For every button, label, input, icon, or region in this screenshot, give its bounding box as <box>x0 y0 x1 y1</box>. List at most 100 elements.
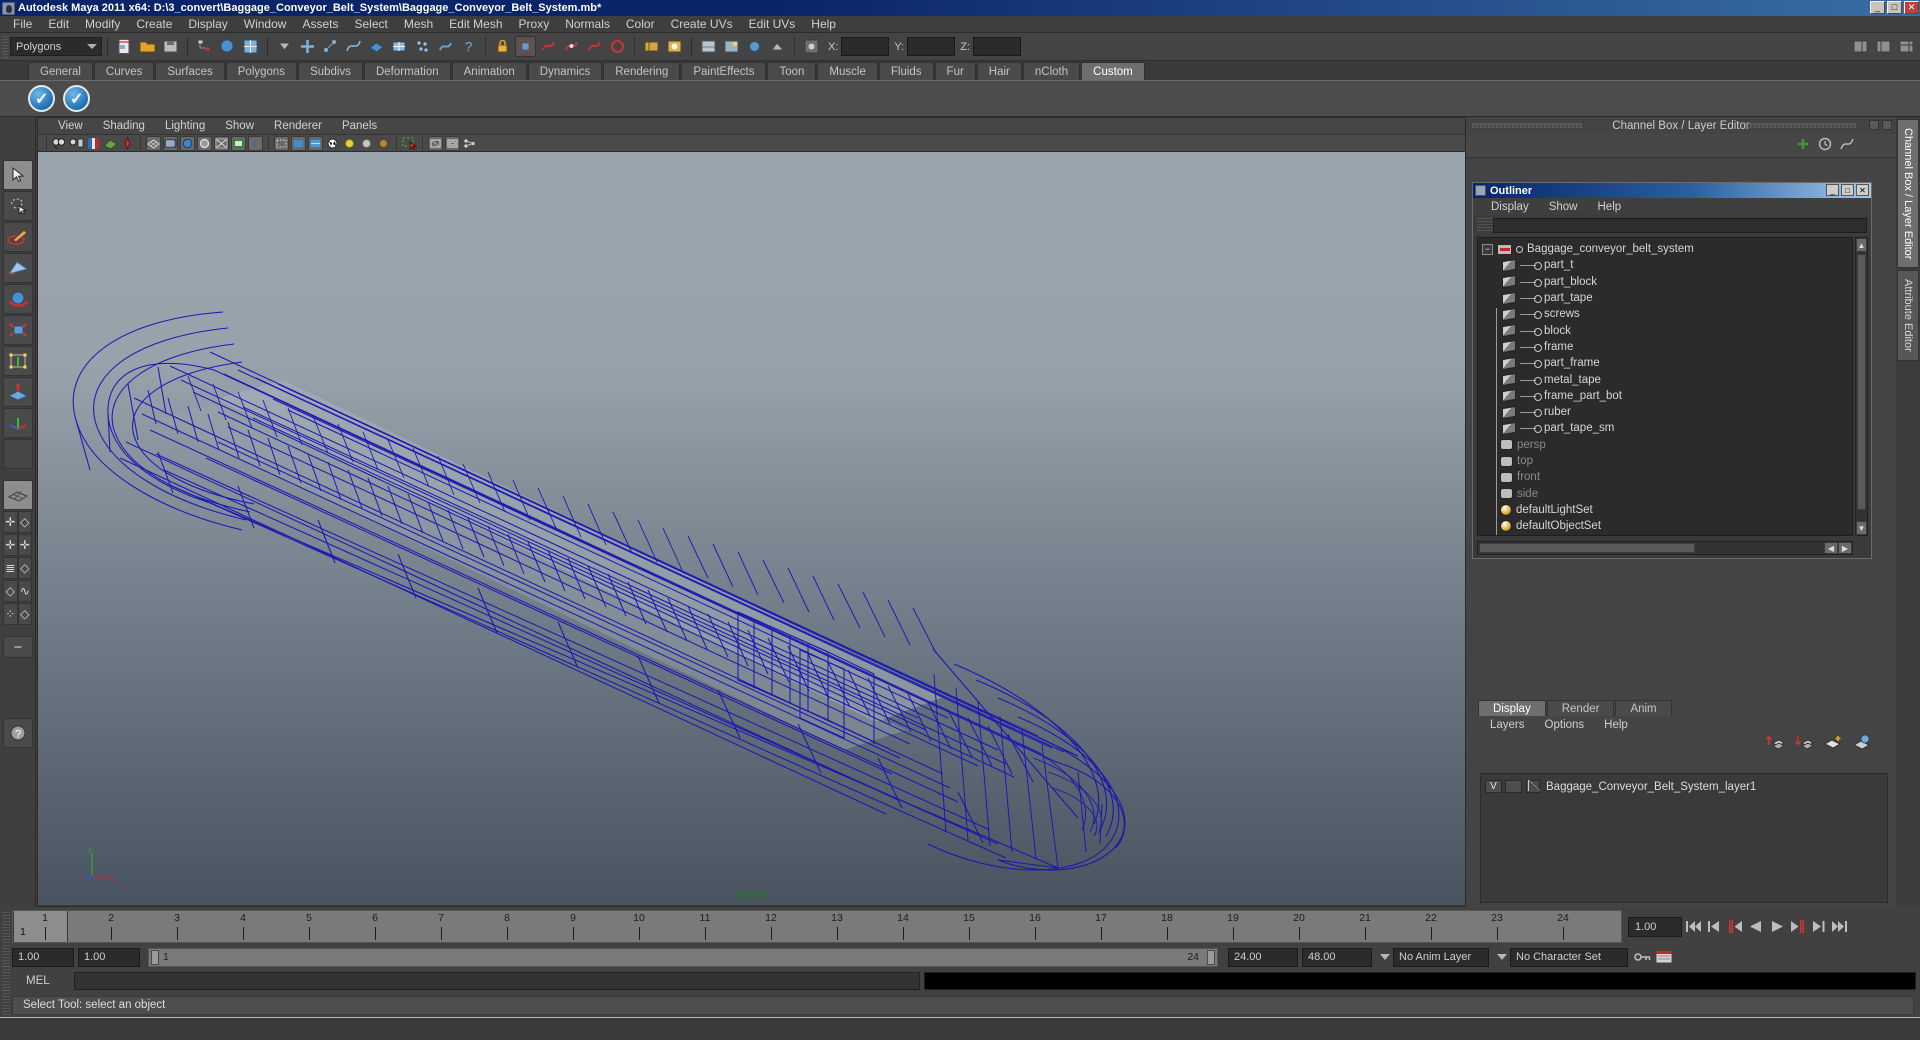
shelf-tab-fluids[interactable]: Fluids <box>878 62 934 80</box>
move-layer-up-icon[interactable] <box>1765 734 1786 753</box>
lock-icon[interactable] <box>492 36 513 57</box>
textured-icon[interactable] <box>180 135 195 151</box>
outliner-title-bar[interactable]: Outliner _ □ ✕ <box>1473 183 1871 198</box>
outliner-row-screws[interactable]: screws <box>1478 306 1852 322</box>
viewport-menu-renderer[interactable]: Renderer <box>264 120 332 132</box>
shadows-icon[interactable] <box>231 135 246 151</box>
animation-start-time-field[interactable]: 1.00 <box>12 947 74 967</box>
menu-help[interactable]: Help <box>803 16 844 32</box>
help-tool-button[interactable]: ? <box>3 718 33 748</box>
layer-menu-options[interactable]: Options <box>1535 719 1595 731</box>
outliner-persp-layout-button[interactable]: ◇ <box>17 557 32 579</box>
menu-modify[interactable]: Modify <box>77 16 128 32</box>
collapse-toolbox-button[interactable]: − <box>3 636 33 658</box>
use-all-lights-icon[interactable] <box>359 136 374 151</box>
tab-render[interactable]: Render <box>1546 700 1615 716</box>
menu-edit-mesh[interactable]: Edit Mesh <box>441 16 510 32</box>
shelf-tab-muscle[interactable]: Muscle <box>817 62 878 80</box>
persp-outliner-layout-button[interactable]: ≣ <box>3 557 18 579</box>
gamma-icon[interactable] <box>462 136 477 151</box>
move-layer-down-icon[interactable] <box>1794 734 1815 753</box>
select-by-component-type-icon[interactable] <box>240 36 261 57</box>
smooth-shade-icon[interactable] <box>163 135 178 151</box>
select-by-object-type-icon[interactable] <box>217 36 238 57</box>
select-rendering-icon[interactable] <box>435 36 456 57</box>
menu-normals[interactable]: Normals <box>557 16 618 32</box>
exposure-icon[interactable] <box>445 135 460 151</box>
outliner-row-part-t[interactable]: part_t <box>1478 257 1852 273</box>
playback-start-time-field[interactable]: 1.00 <box>78 947 140 967</box>
image-plane-icon[interactable] <box>103 136 118 151</box>
maximize-button[interactable]: □ <box>1887 1 1902 14</box>
new-layer-icon[interactable] <box>1823 734 1843 753</box>
dock-grip-left[interactable] <box>1472 123 1582 128</box>
statusline-grip[interactable] <box>2 35 8 58</box>
select-curves-icon[interactable] <box>343 36 364 57</box>
command-language-label[interactable]: MEL <box>12 975 74 987</box>
four-view-layout-button[interactable]: ✛ <box>3 511 18 533</box>
scroll-right-icon[interactable]: ▶ <box>1838 542 1852 554</box>
outliner-maximize-button[interactable]: □ <box>1841 184 1854 196</box>
collapse-icon[interactable]: − <box>1482 243 1493 255</box>
two-pane-layout-button[interactable]: ✛ <box>3 534 18 556</box>
text-icon[interactable]: T <box>248 135 263 151</box>
select-deformations-icon[interactable] <box>389 36 410 57</box>
shelf-tab-rendering[interactable]: Rendering <box>603 62 681 80</box>
viewport-menu-view[interactable]: View <box>48 120 93 132</box>
menu-window[interactable]: Window <box>236 16 295 32</box>
z-field[interactable] <box>972 37 1021 56</box>
minimize-button[interactable]: _ <box>1870 1 1885 14</box>
dock-close-icon[interactable] <box>1882 120 1892 130</box>
select-by-hierarchy-icon[interactable] <box>194 36 215 57</box>
select-dynamics-icon[interactable] <box>412 36 433 57</box>
shadow-light-icon[interactable] <box>376 136 391 151</box>
layer-visibility-toggle[interactable]: V <box>1485 780 1502 793</box>
persp-graph-editor-layout-button[interactable]: ◇ <box>3 580 18 602</box>
vtab-channel-box-layer-editor[interactable]: Channel Box / Layer Editor <box>1897 119 1919 269</box>
go-to-end-icon[interactable] <box>1829 916 1850 938</box>
snap-to-projected-center-icon[interactable] <box>607 36 628 57</box>
last-tool-used[interactable] <box>3 408 33 438</box>
menu-create[interactable]: Create <box>128 16 180 32</box>
step-back-frame-icon[interactable] <box>1724 916 1745 938</box>
animation-preferences-icon[interactable] <box>1653 946 1674 968</box>
menu-file[interactable]: File <box>5 16 40 32</box>
outliner-row-block[interactable]: block <box>1478 322 1852 338</box>
menu-edit[interactable]: Edit <box>40 16 77 32</box>
shelf-tab-ncloth[interactable]: nCloth <box>1022 62 1081 80</box>
layer-playback-toggle[interactable] <box>1505 780 1522 793</box>
y-field[interactable] <box>907 37 956 56</box>
persp-four-layout-button[interactable]: ◇ <box>17 511 32 533</box>
outliner-row-part-tape-sm[interactable]: part_tape_sm <box>1478 420 1852 436</box>
scroll-down-icon[interactable]: ▼ <box>1856 521 1867 535</box>
menu-select[interactable]: Select <box>346 16 395 32</box>
save-scene-icon[interactable] <box>160 36 181 57</box>
smooth-shade-all-icon[interactable] <box>308 135 323 151</box>
shelf-item-check-2[interactable] <box>63 85 90 112</box>
range-end-handle[interactable] <box>1207 949 1215 965</box>
snap-to-view-plane-icon[interactable] <box>584 36 605 57</box>
outliner-row-persp[interactable]: persp <box>1478 437 1852 453</box>
flat-shade-icon[interactable] <box>291 135 306 151</box>
soft-modification-tool[interactable] <box>3 377 33 407</box>
channel-box-curve-icon[interactable] <box>1840 137 1854 154</box>
outliner-row-metal-tape[interactable]: metal_tape <box>1478 371 1852 387</box>
layer-menu-layers[interactable]: Layers <box>1480 719 1535 731</box>
shelf-tab-surfaces[interactable]: Surfaces <box>155 62 225 80</box>
tab-anim[interactable]: Anim <box>1615 700 1672 716</box>
menu-create-uvs[interactable]: Create UVs <box>663 16 741 32</box>
outliner-menu-show[interactable]: Show <box>1539 201 1588 213</box>
playback-end-time-field[interactable]: 24.00 <box>1228 947 1298 967</box>
close-button[interactable]: ✕ <box>1904 1 1919 14</box>
outliner-row-root[interactable]: − Baggage_conveyor_belt_system <box>1478 241 1852 257</box>
play-forwards-icon[interactable] <box>1766 916 1787 938</box>
menuset-selector[interactable]: Polygons <box>10 37 102 56</box>
viewport-3d-canvas[interactable]: y x z persp <box>38 152 1465 905</box>
current-time-field[interactable]: 1.00 <box>1628 916 1682 937</box>
channel-box-clock-icon[interactable] <box>1818 137 1832 154</box>
scroll-thumb[interactable] <box>1857 254 1866 510</box>
select-camera-icon[interactable] <box>52 136 67 151</box>
step-forward-frame-icon[interactable] <box>1787 916 1808 938</box>
viewport-menu-lighting[interactable]: Lighting <box>155 120 215 132</box>
auto-key-icon[interactable] <box>1632 946 1653 968</box>
